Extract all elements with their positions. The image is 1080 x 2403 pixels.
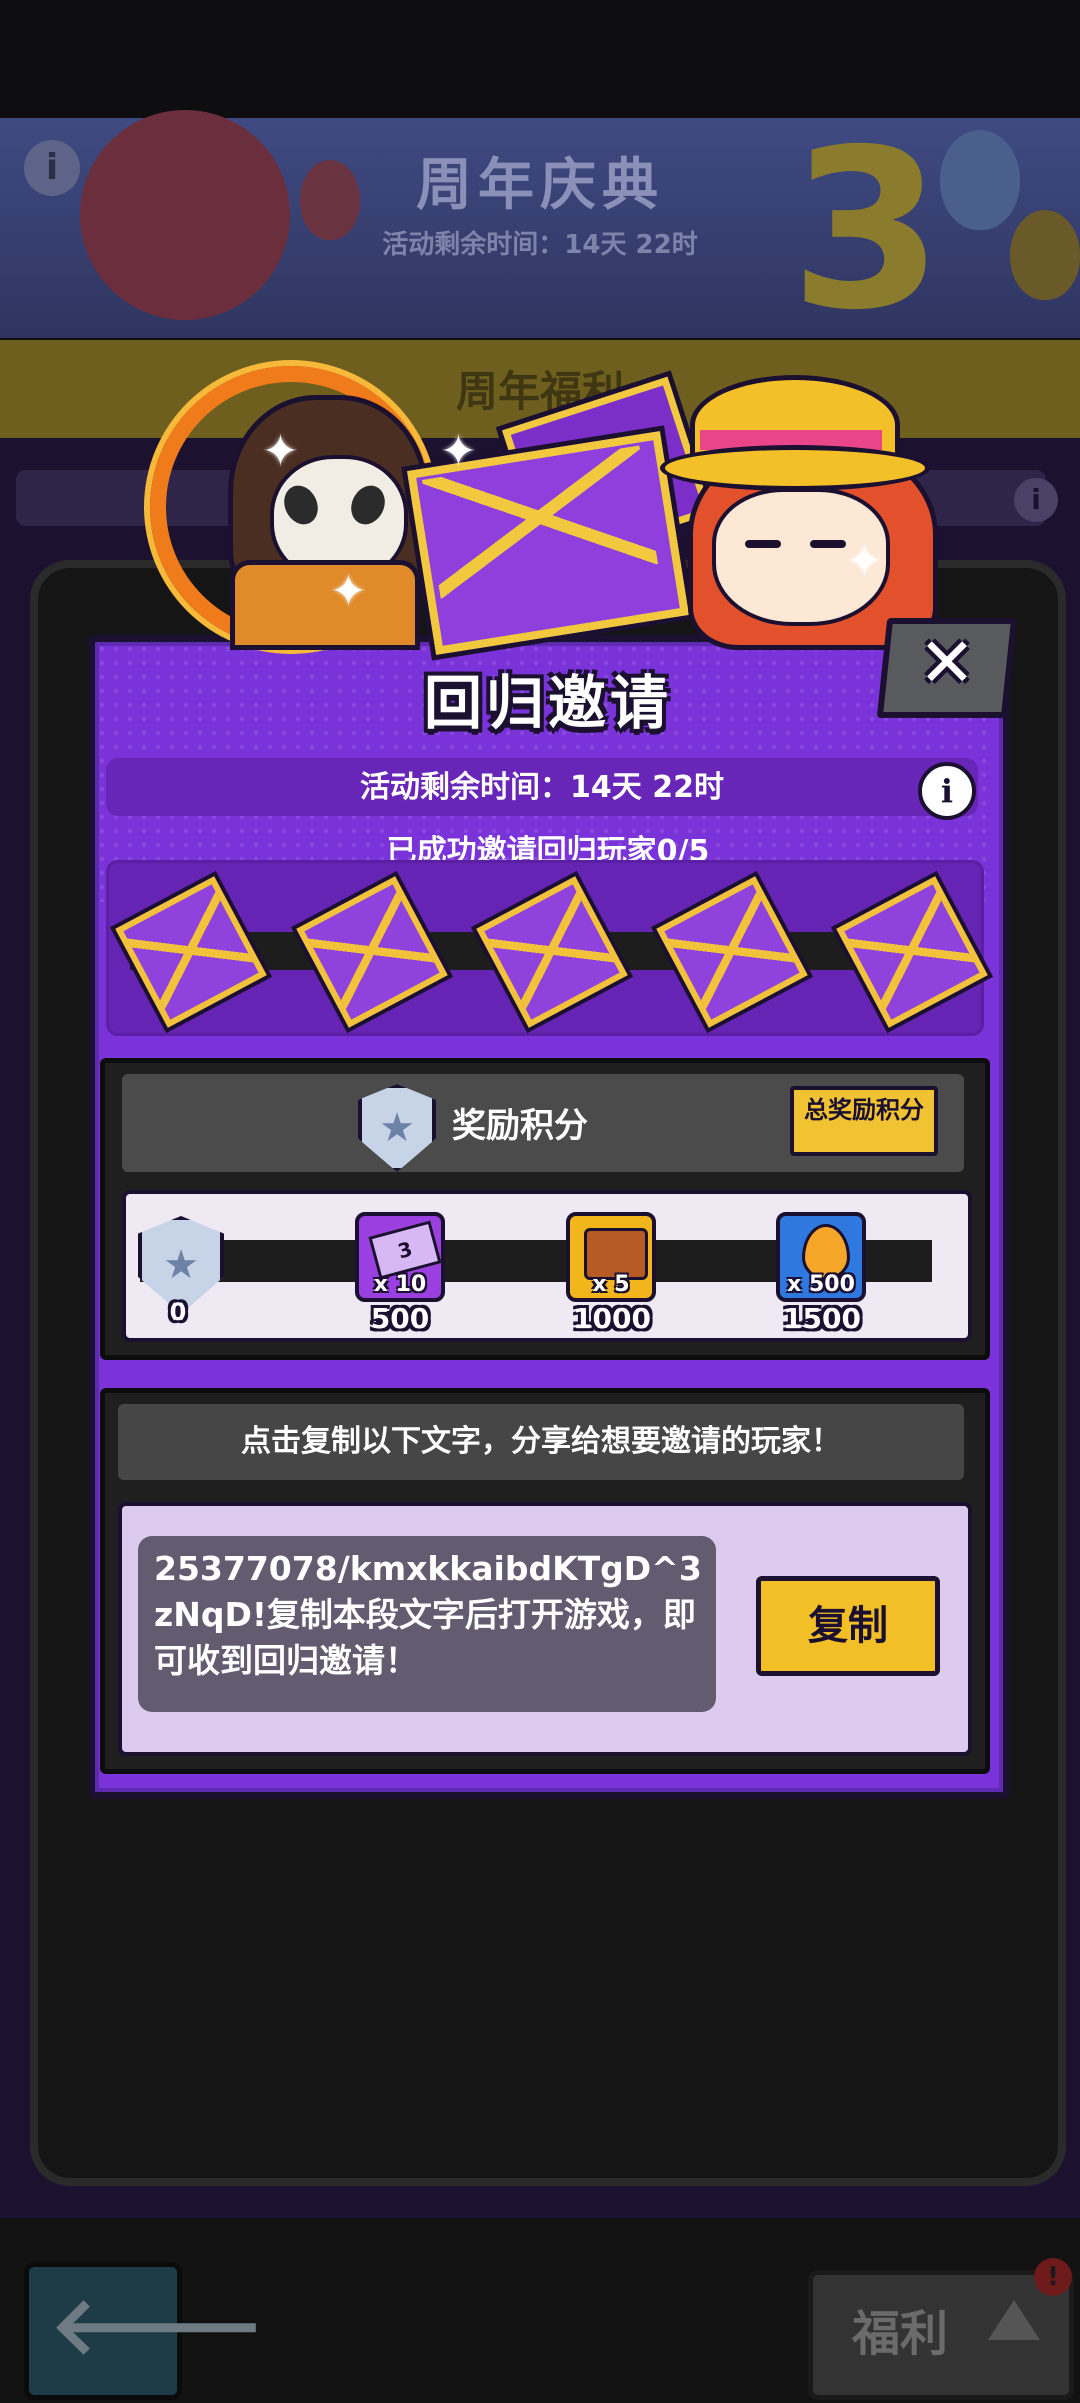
close-icon[interactable]: ✕	[882, 620, 1012, 708]
milestone-reward[interactable]: x 500	[776, 1212, 866, 1302]
milestone-quantity: x 5	[592, 1272, 630, 1297]
girl-eye	[745, 540, 781, 548]
info-icon[interactable]: i	[918, 762, 976, 820]
sparkle-icon: ✦	[846, 536, 883, 587]
girl-eye	[810, 540, 846, 548]
sparkle-icon: ✦	[440, 426, 477, 477]
milestone-label: 500	[370, 1302, 430, 1335]
milestone-reward[interactable]: 3 x 10	[355, 1212, 445, 1302]
reward-points-title: 奖励积分	[452, 1106, 588, 1146]
milestone-label: 1500	[783, 1302, 861, 1335]
bear-mascot-body	[230, 560, 420, 650]
milestone-reward[interactable]: x 5	[566, 1212, 656, 1302]
modal-title: 回归邀请	[423, 669, 672, 737]
background-info-icon[interactable]: i	[1014, 478, 1058, 522]
milestone-quantity: x 10	[373, 1272, 427, 1297]
milestone-label: 0	[169, 1298, 187, 1326]
welfare-button-label: 福利	[852, 2306, 949, 2362]
sparkle-icon: ✦	[262, 426, 299, 477]
girl-mascot-hat-brim	[660, 445, 930, 491]
left-arrow-icon: 🡐	[50, 2279, 265, 2372]
total-reward-points-button[interactable]: 总奖励积分	[790, 1086, 938, 1156]
copy-button[interactable]: 复制	[756, 1576, 940, 1676]
alert-badge: !	[1034, 2258, 1072, 2296]
triangle-up-icon	[988, 2300, 1040, 2340]
welfare-tab-title[interactable]: 周年福利	[0, 358, 1080, 419]
invite-code-text[interactable]: 25377078/kmxkkaibdKTgD^3zNqD!复制本段文字后打开游戏…	[154, 1546, 714, 1684]
ticket-icon: 3	[368, 1220, 442, 1280]
milestone-quantity: x 500	[787, 1272, 855, 1297]
share-instruction: 点击复制以下文字，分享给想要邀请的玩家！	[118, 1404, 964, 1480]
sparkle-icon: ✦	[330, 566, 367, 617]
timer-text: 活动剩余时间：14天 22时	[360, 770, 724, 805]
anniversary-number: 3	[790, 102, 944, 358]
milestone-label: 1000	[573, 1302, 651, 1335]
